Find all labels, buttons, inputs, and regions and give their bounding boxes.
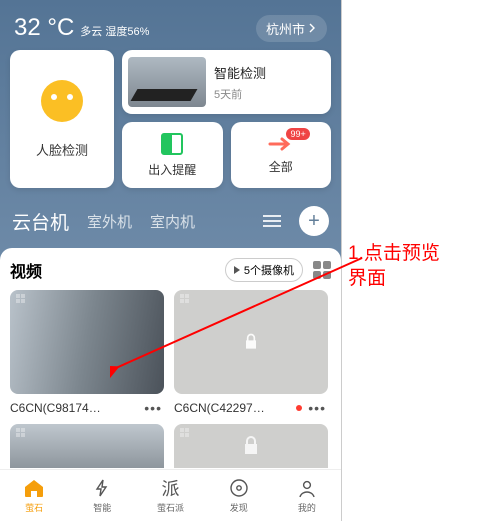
face-label: 人脸检测	[36, 140, 88, 159]
smart-detect-card[interactable]: 智能检测 5天前	[122, 50, 331, 114]
tab-outdoor[interactable]: 室外机	[87, 211, 132, 232]
brand-icon	[180, 428, 189, 437]
all-label: 全部	[269, 158, 293, 175]
all-card[interactable]: 99+ 全部	[231, 122, 332, 188]
add-device-button[interactable]: +	[299, 206, 329, 236]
annotation-line-1: 1.点击预览	[348, 243, 440, 264]
chevron-right-icon	[307, 23, 317, 33]
door-icon	[161, 133, 183, 155]
temperature: 32 °C	[14, 14, 74, 42]
lock-icon	[239, 434, 263, 458]
nav-label: 我的	[298, 501, 316, 514]
city-name: 杭州市	[266, 19, 305, 38]
nav-pai[interactable]: 派 萤石派	[136, 470, 204, 521]
tab-ptz[interactable]: 云台机	[12, 208, 69, 235]
camera-card-2[interactable]: 视频已加密 C6CN(C42297… •••	[174, 290, 328, 420]
camera-card-3[interactable]	[10, 424, 164, 468]
annotation-text: 1.点击预览 界面	[348, 242, 498, 291]
camera-name-1: C6CN(C98174…	[10, 401, 101, 415]
all-badge: 99+	[286, 128, 309, 140]
smart-thumb	[128, 57, 206, 107]
brand-icon	[16, 294, 25, 303]
nav-discover[interactable]: 发现	[205, 470, 273, 521]
camera-count-button[interactable]: 5个摄像机	[225, 258, 303, 282]
lightning-icon	[92, 477, 112, 499]
weather-bar: 32 °C 多云 湿度56% 杭州市	[0, 0, 341, 50]
menu-icon[interactable]	[263, 215, 281, 227]
camera-name-2: C6CN(C42297…	[174, 401, 265, 415]
camera-preview-3[interactable]	[10, 424, 164, 468]
camera-preview-2[interactable]: 视频已加密	[174, 290, 328, 394]
face-icon	[41, 80, 83, 122]
nav-label: 发现	[230, 501, 248, 514]
feature-cards: 人脸检测 智能检测 5天前 出入提醒 99+	[0, 50, 341, 188]
more-icon[interactable]: •••	[144, 400, 162, 416]
compass-icon	[229, 477, 249, 499]
pai-icon: 派	[162, 477, 180, 499]
weather-summary: 多云 湿度56%	[80, 25, 149, 39]
nav-label: 萤石派	[157, 501, 184, 514]
arrow-all-icon: 99+	[268, 136, 294, 152]
nav-label: 智能	[93, 501, 111, 514]
city-selector[interactable]: 杭州市	[256, 15, 327, 42]
person-icon	[297, 477, 317, 499]
brand-icon	[180, 294, 189, 303]
tab-indoor[interactable]: 室内机	[150, 211, 195, 232]
annotation-line-2: 界面	[348, 268, 386, 289]
lock-icon	[241, 332, 261, 352]
app-screen: 32 °C 多云 湿度56% 杭州市 人脸检测 智能检测 5天前	[0, 0, 342, 521]
camera-preview-4[interactable]	[174, 424, 328, 468]
device-tabs: 云台机 室外机 室内机 +	[0, 188, 341, 244]
layout-grid-icon[interactable]	[313, 261, 331, 279]
more-icon[interactable]: •••	[308, 400, 326, 416]
home-icon	[23, 477, 45, 499]
entry-label: 出入提醒	[148, 161, 196, 178]
face-detect-card[interactable]: 人脸检测	[10, 50, 114, 188]
entry-alert-card[interactable]: 出入提醒	[122, 122, 223, 188]
play-icon	[234, 266, 240, 274]
bottom-nav: 萤石 智能 派 萤石派 发现 我的	[0, 469, 341, 521]
camera-preview-1[interactable]	[10, 290, 164, 394]
smart-time: 5天前	[214, 86, 266, 102]
video-title: 视频	[10, 258, 42, 282]
nav-smart[interactable]: 智能	[68, 470, 136, 521]
camera-count: 5个摄像机	[244, 262, 294, 278]
camera-card-4[interactable]	[174, 424, 328, 468]
nav-mine[interactable]: 我的	[273, 470, 341, 521]
camera-card-1[interactable]: C6CN(C98174… •••	[10, 290, 164, 420]
smart-title: 智能检测	[214, 63, 266, 82]
nav-label: 萤石	[25, 501, 43, 514]
alert-dot	[296, 405, 302, 411]
nav-home[interactable]: 萤石	[0, 470, 68, 521]
brand-icon	[16, 428, 25, 437]
